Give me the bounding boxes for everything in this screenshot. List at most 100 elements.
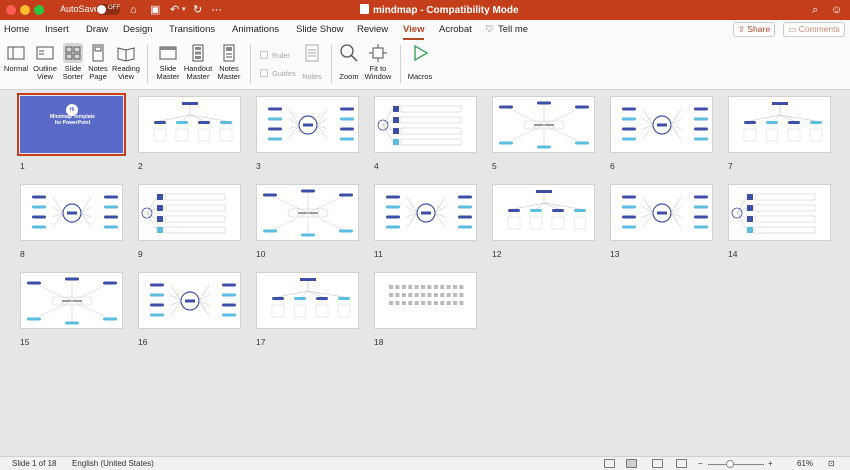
slide-number: 6 (610, 161, 615, 171)
undo-dropdown-icon[interactable]: ▾ (182, 2, 186, 18)
slide-thumbnail-1[interactable]: Hi Mindmap Template for PowerPoint (17, 93, 126, 156)
slide-sorter-pane[interactable]: Hi Mindmap Template for PowerPoint 1 2 3 4 5… (0, 91, 850, 456)
slide-diagram (731, 193, 816, 234)
slide-thumbnail-17[interactable] (256, 272, 359, 329)
comments-icon: ▭ (788, 24, 799, 34)
account-icon[interactable]: ☺ (831, 2, 842, 18)
slide-thumbnail-13[interactable] (610, 184, 713, 241)
slide-thumbnail-14[interactable] (728, 184, 831, 241)
tab-slide-show[interactable]: Slide Show (296, 24, 344, 35)
home-icon[interactable]: ⌂ (130, 2, 137, 18)
notes-button[interactable]: Notes (300, 43, 324, 81)
zoom-slider-handle[interactable] (726, 460, 734, 468)
slide-thumbnail-11[interactable] (374, 184, 477, 241)
zoom-window-button[interactable] (34, 5, 44, 15)
redo-icon[interactable]: ↻ (193, 2, 202, 18)
comments-button[interactable]: ▭ Comments (783, 22, 845, 37)
slide-thumbnail-2[interactable] (138, 96, 241, 153)
handout-master-icon (192, 44, 204, 62)
reading-view-status-icon[interactable] (652, 459, 663, 468)
notes-page-icon (92, 44, 104, 62)
tab-animations[interactable]: Animations (232, 24, 279, 35)
macros-label: Macros (407, 72, 433, 81)
notes-icon (305, 44, 319, 62)
ruler-label: Ruler (272, 51, 290, 60)
slide-thumbnail-6[interactable] (610, 96, 713, 153)
outline-view-button[interactable]: Outline View (31, 43, 59, 81)
slide-thumbnail-10[interactable] (256, 184, 359, 241)
slide-number: 15 (20, 337, 30, 347)
ribbon-separator (400, 45, 401, 83)
ribbon-separator (250, 45, 251, 83)
notes-page-button[interactable]: Notes Page (86, 43, 110, 81)
slide-thumbnail-3[interactable] (256, 96, 359, 153)
slide-diagram (153, 102, 233, 142)
fit-to-window-icon (369, 44, 387, 62)
title-bar: AutoSave OFF ⌂ ▣ ↶ ▾ ↻ ⋯ mindmap - Compa… (0, 0, 850, 20)
zoom-out-icon[interactable]: − (698, 459, 703, 468)
tab-insert[interactable]: Insert (45, 24, 69, 35)
tab-transitions[interactable]: Transitions (169, 24, 215, 35)
tab-tell-me[interactable]: Tell me (498, 24, 528, 35)
tab-acrobat[interactable]: Acrobat (439, 24, 472, 35)
comments-label: Comments (798, 24, 840, 34)
toggle-knob (97, 5, 106, 14)
tab-view[interactable]: View (403, 24, 425, 40)
slide-diagram (268, 107, 354, 141)
macros-button[interactable]: Macros (406, 43, 434, 81)
tab-design[interactable]: Design (123, 24, 153, 35)
ruler-checkbox[interactable]: Ruler (260, 51, 290, 60)
zoom-slider-track[interactable] (708, 464, 764, 465)
reading-view-button[interactable]: Reading View (111, 43, 141, 81)
save-icon[interactable]: ▣ (150, 2, 160, 18)
slide-sorter-status-icon[interactable] (626, 459, 637, 468)
zoom-label: Zoom (339, 72, 359, 81)
undo-icon[interactable]: ↶ (170, 2, 179, 18)
slide-diagram (141, 193, 226, 234)
zoom-button[interactable]: Zoom (337, 43, 361, 81)
slide-thumbnail-8[interactable] (20, 184, 123, 241)
slide-info: Slide 1 of 18 (12, 459, 57, 468)
slide-diagram (271, 278, 351, 318)
guides-checkbox[interactable]: Guides (260, 69, 296, 78)
notes-master-button[interactable]: Notes Master (215, 43, 243, 81)
more-icon[interactable]: ⋯ (211, 2, 222, 18)
slide-master-button[interactable]: Slide Master (154, 43, 182, 81)
slide-thumbnail-16[interactable] (138, 272, 241, 329)
slide-thumbnail-4[interactable] (374, 96, 477, 153)
slide-thumbnail-9[interactable] (138, 184, 241, 241)
slide-number: 11 (374, 249, 383, 259)
slide-diagram (507, 190, 587, 230)
language[interactable]: English (United States) (72, 459, 154, 468)
zoom-in-icon[interactable]: + (768, 459, 773, 468)
slide-thumbnail-5[interactable] (492, 96, 595, 153)
fit-slide-icon[interactable]: ⊡ (828, 459, 835, 468)
slide-thumbnail-12[interactable] (492, 184, 595, 241)
share-button[interactable]: ⇪ Share (733, 22, 775, 37)
slide-diagram (743, 102, 823, 142)
slide-number: 16 (138, 337, 148, 347)
checkbox-box (260, 51, 268, 59)
slide-number: 5 (492, 161, 497, 171)
slide-thumbnail-7[interactable] (728, 96, 831, 153)
normal-view-status-icon[interactable] (604, 459, 615, 468)
slide-thumbnail-18[interactable] (374, 272, 477, 329)
close-window-button[interactable] (6, 5, 16, 15)
slide-show-status-icon[interactable] (676, 459, 687, 468)
notes-page-label-2: Page (89, 72, 107, 81)
tab-review[interactable]: Review (357, 24, 388, 35)
normal-view-button[interactable]: Normal (3, 43, 29, 73)
slide-thumbnail-15[interactable] (20, 272, 123, 329)
fit-to-window-button[interactable]: Fit to Window (363, 43, 393, 81)
slide-diagram (622, 195, 708, 229)
tab-draw[interactable]: Draw (86, 24, 108, 35)
tab-home[interactable]: Home (4, 24, 29, 35)
minimize-window-button[interactable] (20, 5, 30, 15)
slide-sorter-button[interactable]: Slide Sorter (60, 43, 86, 81)
autosave-toggle[interactable]: OFF (96, 4, 120, 15)
zoom-level[interactable]: 61% (797, 459, 813, 468)
slide-number: 13 (610, 249, 620, 259)
search-icon[interactable]: ⌕ (812, 2, 818, 18)
share-label: Share (747, 24, 771, 34)
handout-master-button[interactable]: Handout Master (183, 43, 213, 81)
